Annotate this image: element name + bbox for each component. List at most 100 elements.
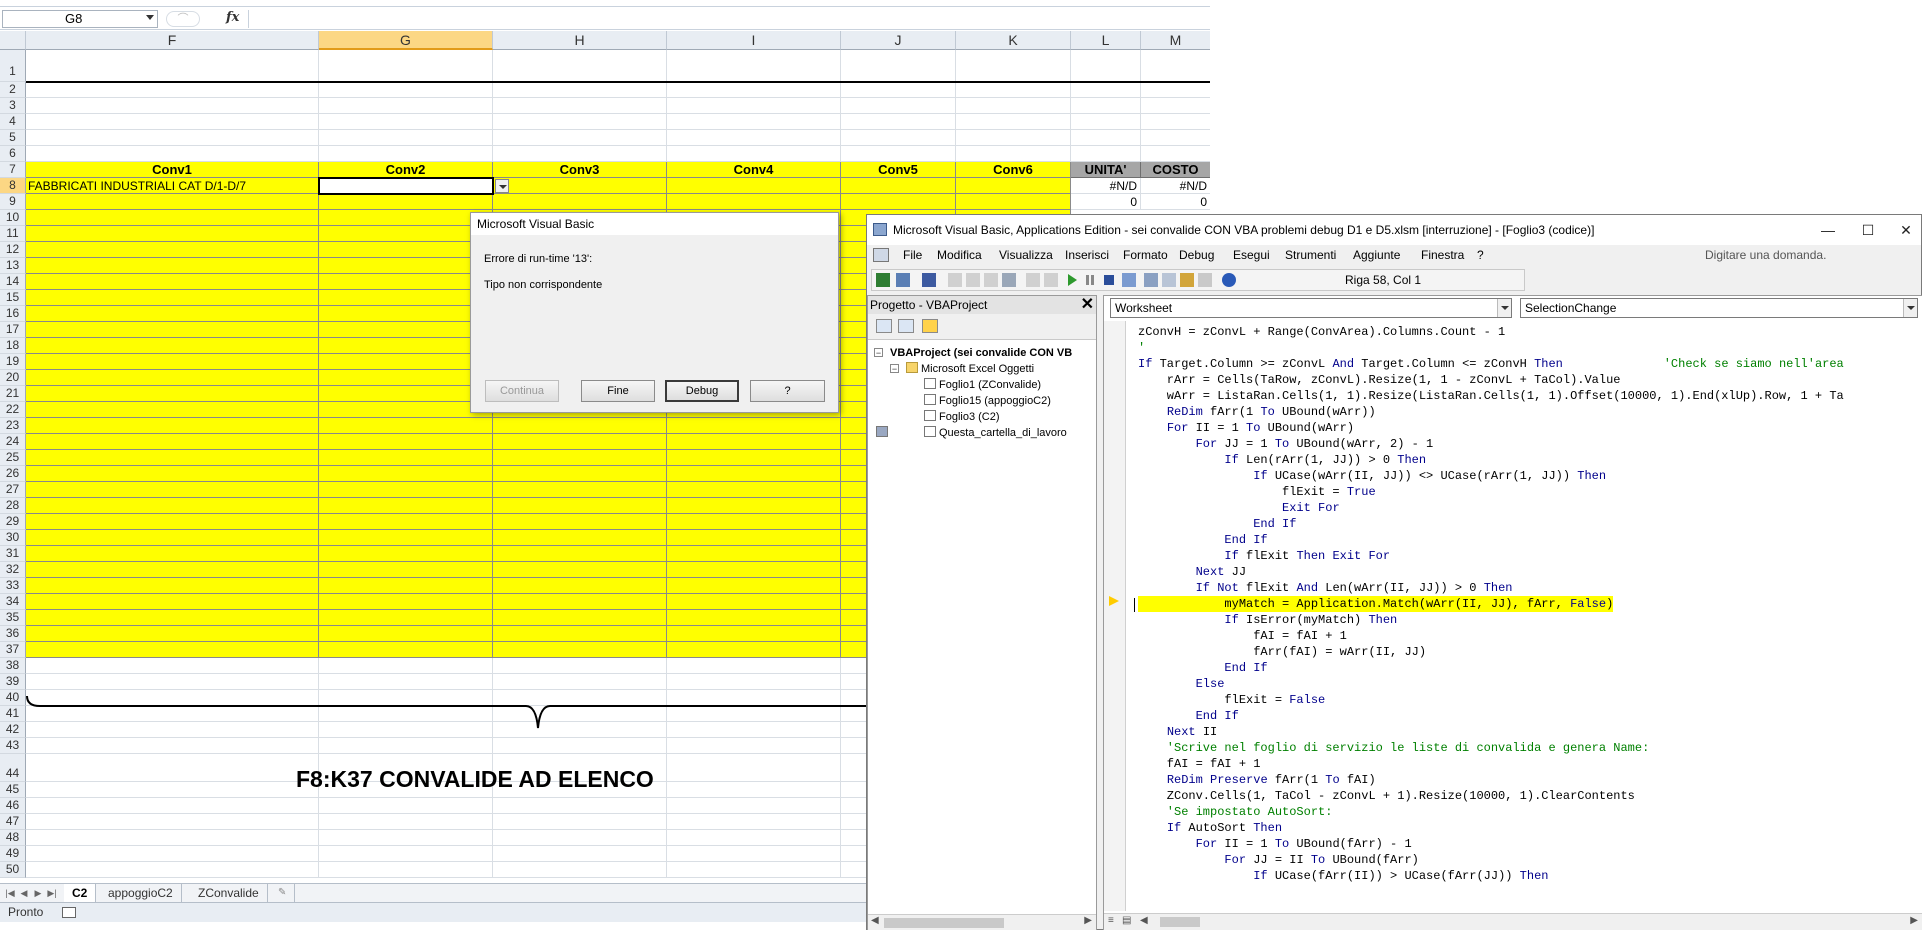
cell[interactable]	[1071, 82, 1141, 98]
row-header-41[interactable]: 41	[0, 706, 26, 722]
yellow-cell[interactable]	[26, 642, 319, 658]
row-header-30[interactable]: 30	[0, 530, 26, 546]
toggle-folders-icon[interactable]	[922, 319, 938, 333]
yellow-cell[interactable]	[319, 530, 493, 546]
row-header-1[interactable]: 1	[0, 50, 26, 82]
row-header-31[interactable]: 31	[0, 546, 26, 562]
sheet-tab-zconvalide[interactable]: ZConvalide	[190, 884, 268, 902]
yellow-cell[interactable]	[319, 594, 493, 610]
cell[interactable]	[667, 846, 841, 862]
header-conv1[interactable]: Conv1	[26, 162, 319, 178]
cell[interactable]	[667, 782, 841, 798]
cell[interactable]	[667, 830, 841, 846]
debug-button[interactable]: Debug	[665, 380, 739, 402]
yellow-cell[interactable]	[319, 434, 493, 450]
cell[interactable]	[493, 50, 667, 82]
header-conv3[interactable]: Conv3	[493, 162, 667, 178]
row-header-2[interactable]: 2	[0, 82, 26, 98]
yellow-cell[interactable]	[26, 386, 319, 402]
macro-record-icon[interactable]	[62, 907, 76, 918]
cell[interactable]	[319, 114, 493, 130]
cell[interactable]	[667, 658, 841, 674]
yellow-cell[interactable]	[493, 546, 667, 562]
code-line[interactable]: ReDim Preserve fArr(1 To fAI)	[1138, 772, 1376, 788]
cell[interactable]	[26, 50, 319, 82]
object-browser-icon[interactable]	[1180, 273, 1194, 287]
row-header-7[interactable]: 7	[0, 162, 26, 178]
row-header-35[interactable]: 35	[0, 610, 26, 626]
cell[interactable]	[956, 98, 1071, 114]
yellow-cell[interactable]	[841, 178, 956, 194]
cell[interactable]	[841, 130, 956, 146]
menu-formato[interactable]: Formato	[1123, 248, 1168, 262]
yellow-cell[interactable]	[26, 354, 319, 370]
yellow-cell[interactable]	[319, 290, 493, 306]
close-icon[interactable]: ✕	[1891, 219, 1921, 241]
code-line[interactable]: If UCase(wArr(II, JJ)) <> UCase(rArr(1, …	[1138, 468, 1606, 484]
yellow-cell[interactable]	[493, 578, 667, 594]
yellow-cell[interactable]	[26, 338, 319, 354]
code-line[interactable]: flExit = False	[1138, 692, 1325, 708]
menu-inserisci[interactable]: Inserisci	[1065, 248, 1109, 262]
yellow-cell[interactable]	[26, 418, 319, 434]
yellow-cell[interactable]	[319, 578, 493, 594]
yellow-cell[interactable]	[26, 322, 319, 338]
yellow-cell[interactable]	[667, 482, 841, 498]
code-line[interactable]: '	[1138, 340, 1145, 356]
row-header-19[interactable]: 19	[0, 354, 26, 370]
cell[interactable]	[319, 846, 493, 862]
insert-function-icon[interactable]: fx	[226, 10, 239, 25]
row-header-10[interactable]: 10	[0, 210, 26, 226]
code-line[interactable]: Exit For	[1138, 500, 1340, 516]
active-cell-g8[interactable]	[318, 177, 494, 195]
formula-input[interactable]	[248, 10, 1210, 28]
code-line[interactable]: flExit = True	[1138, 484, 1376, 500]
continue-button[interactable]: Continua	[485, 380, 559, 402]
code-line[interactable]: fAI = fAI + 1	[1138, 756, 1261, 772]
yellow-cell[interactable]	[493, 434, 667, 450]
yellow-cell[interactable]	[493, 594, 667, 610]
yellow-cell[interactable]	[493, 450, 667, 466]
column-header-g[interactable]: G	[319, 31, 493, 50]
yellow-cell[interactable]	[319, 450, 493, 466]
cell[interactable]	[493, 738, 667, 754]
find-icon[interactable]	[1002, 273, 1016, 287]
yellow-cell[interactable]	[26, 498, 319, 514]
zero-cell[interactable]: 0	[1141, 194, 1210, 210]
code-line[interactable]: 'Se impostato AutoSort:	[1138, 804, 1333, 820]
row-header-50[interactable]: 50	[0, 862, 26, 878]
yellow-cell[interactable]	[26, 482, 319, 498]
row-header-25[interactable]: 25	[0, 450, 26, 466]
cell[interactable]	[667, 50, 841, 82]
header-conv2[interactable]: Conv2	[319, 162, 493, 178]
cell[interactable]	[841, 114, 956, 130]
cell[interactable]	[493, 130, 667, 146]
cell[interactable]	[667, 98, 841, 114]
code-line[interactable]: For JJ = 1 To UBound(wArr, 2) - 1	[1138, 436, 1434, 452]
yellow-cell[interactable]	[319, 226, 493, 242]
yellow-cell[interactable]	[26, 546, 319, 562]
column-header-h[interactable]: H	[493, 31, 667, 50]
cell[interactable]	[493, 846, 667, 862]
row-header-29[interactable]: 29	[0, 514, 26, 530]
cell[interactable]	[26, 146, 319, 162]
row-header-44[interactable]: 44	[0, 754, 26, 782]
row-header-11[interactable]: 11	[0, 226, 26, 242]
yellow-cell[interactable]	[319, 242, 493, 258]
yellow-cell[interactable]	[667, 434, 841, 450]
yellow-cell[interactable]	[319, 610, 493, 626]
cell[interactable]	[26, 658, 319, 674]
row-header-8[interactable]: 8	[0, 178, 26, 194]
cell[interactable]	[493, 674, 667, 690]
next-sheet-icon[interactable]: ▶	[32, 886, 44, 900]
yellow-cell[interactable]	[667, 626, 841, 642]
yellow-cell[interactable]	[667, 418, 841, 434]
cell[interactable]	[667, 82, 841, 98]
yellow-cell[interactable]	[493, 642, 667, 658]
yellow-cell[interactable]	[319, 546, 493, 562]
name-box-dropdown-icon[interactable]	[146, 15, 154, 20]
reset-icon[interactable]	[1104, 275, 1114, 285]
cell[interactable]	[667, 754, 841, 782]
yellow-cell[interactable]	[26, 434, 319, 450]
row-header-16[interactable]: 16	[0, 306, 26, 322]
